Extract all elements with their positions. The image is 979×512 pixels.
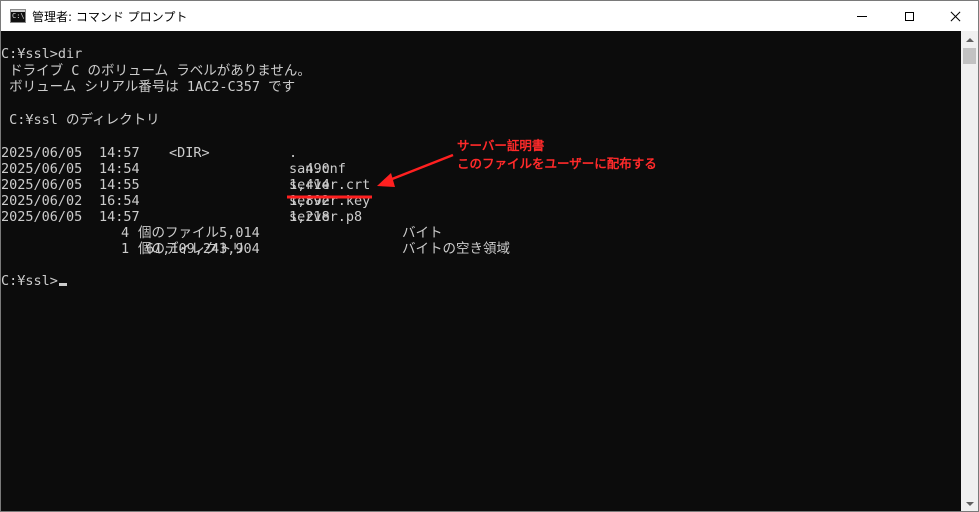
scroll-up-button[interactable] <box>961 31 978 48</box>
annotation-arrow-line <box>386 153 454 183</box>
close-button[interactable] <box>932 1 978 31</box>
minimize-icon <box>857 15 867 17</box>
close-icon <box>950 11 961 22</box>
minimize-button[interactable] <box>839 1 885 31</box>
console-app-icon-text: C:\. <box>12 12 25 20</box>
console-app-icon[interactable]: C:\. <box>10 9 26 23</box>
annotation-overlay <box>287 153 454 199</box>
title-bar[interactable]: C:\. 管理者: コマンド プロンプト <box>1 1 978 31</box>
command-prompt-window: C:\. 管理者: コマンド プロンプト C:¥ssl>dir ドライブ C の… <box>0 0 979 512</box>
scrollbar-thumb[interactable] <box>963 48 976 64</box>
annotation-arrow-head-icon <box>377 173 395 187</box>
scroll-down-button[interactable] <box>961 495 978 511</box>
console-output[interactable]: C:¥ssl>dir ドライブ C のボリューム ラベルがありません。 ボリュー… <box>1 31 961 511</box>
maximize-icon <box>904 11 914 21</box>
vertical-scrollbar[interactable] <box>961 31 978 511</box>
chevron-up-icon <box>965 37 974 42</box>
window-title: 管理者: コマンド プロンプト <box>32 10 188 24</box>
maximize-button[interactable] <box>886 1 932 31</box>
chevron-down-icon <box>965 501 974 506</box>
